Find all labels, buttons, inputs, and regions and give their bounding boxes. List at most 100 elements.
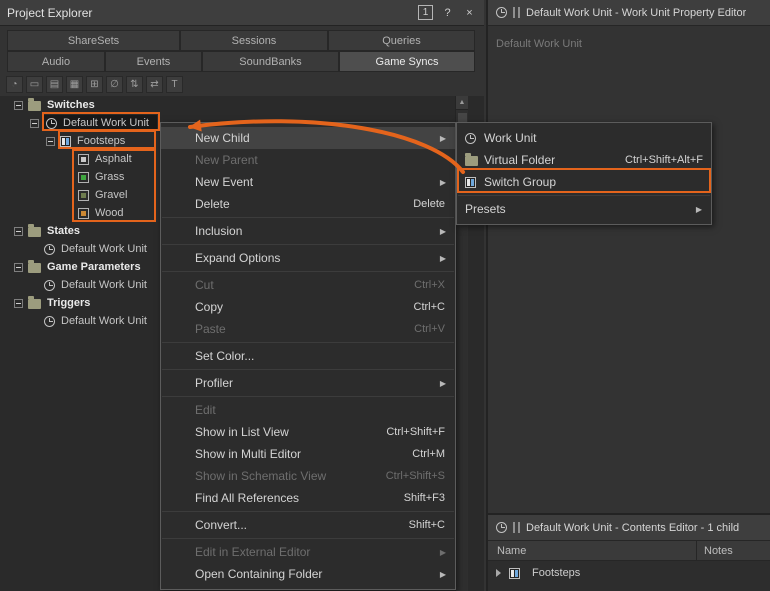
tab-label: Audio — [41, 55, 71, 68]
project-explorer-titlebar[interactable]: Project Explorer 1 ? × — [0, 0, 484, 26]
grip-icon — [513, 7, 520, 18]
switch-icon — [78, 171, 89, 183]
help-button[interactable]: ? — [440, 5, 455, 20]
menu-item-label: Delete — [195, 197, 230, 211]
contents-editor-header[interactable]: Default Work Unit - Contents Editor - 1 … — [488, 515, 770, 541]
submenu-item-switch-group[interactable]: Switch Group — [457, 171, 711, 193]
property-editor-header[interactable]: Default Work Unit - Work Unit Property E… — [488, 0, 770, 26]
submenu-item-presets[interactable]: Presets ▶ — [457, 198, 711, 220]
folder-icon — [28, 98, 41, 111]
toolbar-list-view-icon[interactable]: ▤ — [46, 75, 63, 93]
panel-title: Project Explorer — [7, 5, 93, 20]
collapse-icon[interactable] — [46, 136, 55, 146]
tab-label: Events — [136, 55, 171, 68]
menu-item-label: New Parent — [195, 153, 258, 167]
contents-row-footsteps[interactable]: Footsteps — [488, 561, 770, 585]
menu-item-expand-options[interactable]: Expand Options ▶ — [161, 247, 455, 269]
toolbar-folder-icon[interactable]: ▭ — [26, 75, 43, 93]
menu-item-new-event[interactable]: New Event ▶ — [161, 171, 455, 193]
tree-item-switches[interactable]: Switches — [0, 96, 454, 114]
menu-item-label: Edit — [195, 403, 216, 417]
expand-chevron-icon[interactable] — [496, 569, 501, 577]
folder-icon — [28, 224, 41, 237]
menu-item-find-all-references[interactable]: Find All References Shift+F3 — [161, 487, 455, 509]
column-header-notes[interactable]: Notes — [697, 541, 770, 560]
submenu-item-work-unit[interactable]: Work Unit — [457, 127, 711, 149]
tree-item-label: Gravel — [95, 189, 128, 201]
menu-item-open-containing-folder[interactable]: Open Containing Folder ▶ — [161, 563, 455, 585]
menu-item-delete[interactable]: Delete Delete — [161, 193, 455, 215]
tab-game-syncs[interactable]: Game Syncs — [339, 51, 475, 72]
contents-table-header: Name Notes — [488, 541, 770, 561]
tab-events[interactable]: Events — [105, 51, 202, 72]
menu-item-label: Open Containing Folder — [195, 567, 323, 581]
toolbar-sync-icon[interactable]: ⇄ — [146, 75, 163, 93]
menu-item-set-color[interactable]: Set Color... — [161, 345, 455, 367]
switch-icon — [78, 207, 89, 219]
menu-separator — [162, 342, 454, 343]
contents-row-label: Footsteps — [532, 567, 581, 579]
submenu-arrow-icon: ▶ — [439, 548, 446, 557]
menu-item-label: Show in Schematic View — [195, 469, 327, 483]
property-editor-title: Default Work Unit - Work Unit Property E… — [526, 6, 747, 19]
toolbar-sort-icon[interactable]: ⇅ — [126, 75, 143, 93]
collapse-icon[interactable] — [14, 298, 23, 308]
tab-queries[interactable]: Queries — [328, 30, 475, 51]
menu-separator — [162, 271, 454, 272]
folder-icon — [28, 296, 41, 309]
tab-sharesets[interactable]: ShareSets — [7, 30, 180, 51]
context-menu: New Child ▶ New Parent New Event ▶ Delet… — [160, 122, 456, 590]
menu-separator — [162, 369, 454, 370]
toolbar-work-unit-icon[interactable]: ◔ — [6, 75, 23, 93]
toolbar-add-icon[interactable]: ⊞ — [86, 75, 103, 93]
tab-label: Sessions — [231, 34, 277, 47]
menu-item-edit-in-external-editor[interactable]: Edit in External Editor ▶ — [161, 541, 455, 563]
menu-item-label: Edit in External Editor — [195, 545, 311, 559]
close-button[interactable]: × — [462, 5, 477, 20]
work-unit-icon — [496, 522, 507, 533]
switch-group-icon — [465, 176, 476, 188]
menu-item-label: Profiler — [195, 376, 234, 390]
submenu-arrow-icon: ▶ — [439, 227, 446, 236]
selected-item-highlight: Default Work Unit — [44, 115, 157, 131]
menu-item-edit[interactable]: Edit — [161, 399, 455, 421]
tree-item-label: Triggers — [47, 297, 91, 309]
collapse-icon[interactable] — [14, 262, 23, 272]
switch-group-icon — [60, 135, 71, 147]
work-unit-icon — [496, 7, 507, 18]
menu-item-convert[interactable]: Convert... Shift+C — [161, 514, 455, 536]
toolbar-filter-none-icon[interactable]: ∅ — [106, 75, 123, 93]
work-unit-icon — [44, 243, 55, 255]
collapse-icon[interactable] — [14, 226, 23, 236]
toolbar-text-icon[interactable]: T — [166, 75, 183, 93]
layout-number-button[interactable]: 1 — [418, 5, 433, 20]
menu-separator — [162, 217, 454, 218]
menu-item-label: Convert... — [195, 518, 248, 532]
menu-item-new-child[interactable]: New Child ▶ — [161, 127, 455, 149]
collapse-icon[interactable] — [14, 100, 23, 110]
menu-item-cut[interactable]: Cut Ctrl+X — [161, 274, 455, 296]
tab-label: SoundBanks — [239, 55, 302, 68]
menu-separator — [162, 396, 454, 397]
tab-sessions[interactable]: Sessions — [180, 30, 328, 51]
menu-item-label: Set Color... — [195, 349, 255, 363]
menu-item-inclusion[interactable]: Inclusion ▶ — [161, 220, 455, 242]
toolbar-grid-view-icon[interactable]: ▦ — [66, 75, 83, 93]
menu-item-profiler[interactable]: Profiler ▶ — [161, 372, 455, 394]
tree-item-label: Grass — [95, 171, 125, 183]
tree-item-label: States — [47, 225, 81, 237]
submenu-arrow-icon: ▶ — [439, 134, 446, 143]
collapse-icon[interactable] — [30, 118, 39, 128]
tab-soundbanks[interactable]: SoundBanks — [202, 51, 339, 72]
tab-audio[interactable]: Audio — [7, 51, 105, 72]
menu-item-show-in-schematic-view[interactable]: Show in Schematic View Ctrl+Shift+S — [161, 465, 455, 487]
menu-item-show-in-list-view[interactable]: Show in List View Ctrl+Shift+F — [161, 421, 455, 443]
menu-separator — [458, 195, 710, 196]
menu-item-show-in-multi-editor[interactable]: Show in Multi Editor Ctrl+M — [161, 443, 455, 465]
menu-item-new-parent[interactable]: New Parent — [161, 149, 455, 171]
menu-item-copy[interactable]: Copy Ctrl+C — [161, 296, 455, 318]
submenu-item-virtual-folder[interactable]: Virtual Folder Ctrl+Shift+Alt+F — [457, 149, 711, 171]
column-header-name[interactable]: Name — [488, 541, 697, 560]
menu-item-paste[interactable]: Paste Ctrl+V — [161, 318, 455, 340]
scroll-up-icon[interactable]: ▲ — [456, 96, 468, 110]
